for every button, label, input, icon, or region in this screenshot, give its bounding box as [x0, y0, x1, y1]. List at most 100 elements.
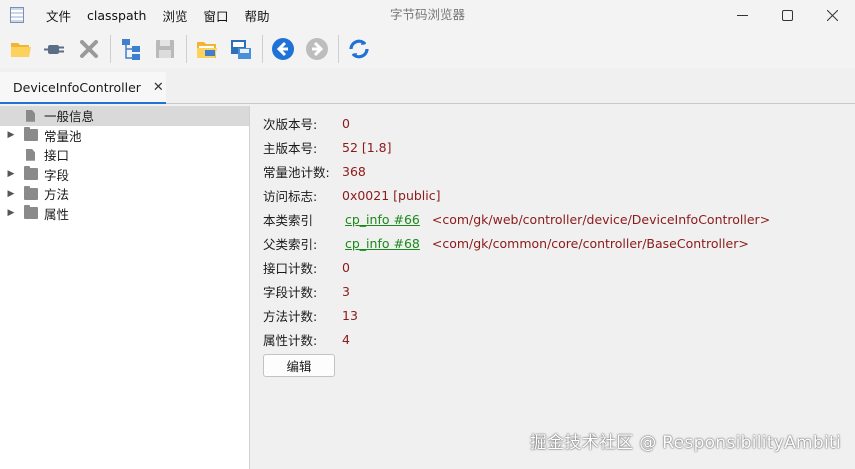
menu-window[interactable]: 窗口	[195, 6, 236, 25]
tree-item-interfaces[interactable]: 接口	[0, 145, 249, 165]
field-label: 字段计数:	[263, 284, 318, 300]
open-file-button[interactable]	[192, 34, 222, 64]
connect-button[interactable]	[40, 34, 70, 64]
save-button[interactable]	[150, 34, 180, 64]
tree-item-fields[interactable]: ▶ 字段	[0, 165, 249, 185]
field-label: 本类索引	[263, 212, 314, 228]
toolbar-separator	[338, 35, 339, 63]
close-icon	[827, 9, 838, 21]
menu-help[interactable]: 帮助	[237, 6, 278, 25]
field-value: 0	[342, 259, 350, 275]
tab-label: DeviceInfoController	[13, 79, 141, 95]
tree-view-button[interactable]	[116, 34, 146, 64]
tree-item-attributes[interactable]: ▶ 属性	[0, 204, 249, 224]
attributes-count-row: 属性计数: 4	[263, 329, 350, 349]
open-button[interactable]	[6, 34, 36, 64]
tab-close-icon[interactable]: ✕	[153, 80, 164, 95]
toolbar	[0, 30, 855, 68]
open-folder-icon	[11, 43, 31, 57]
plug-icon	[44, 45, 64, 54]
class-descriptor: <com/gk/web/controller/device/DeviceInfo…	[431, 211, 771, 227]
field-label: 父类索引:	[263, 236, 318, 252]
save-window-icon	[231, 40, 251, 59]
toolbar-separator	[110, 35, 111, 63]
maximize-icon	[782, 9, 793, 21]
tree-item-label: 字段	[44, 167, 70, 183]
minimize-icon	[737, 14, 748, 16]
tree-item-label: 属性	[44, 206, 70, 222]
menu-file[interactable]: 文件	[38, 6, 79, 25]
tree-item-general-info[interactable]: 一般信息	[0, 106, 249, 126]
tree-structure-icon	[122, 39, 140, 60]
menu-classpath[interactable]: classpath	[79, 8, 154, 23]
menu-browse[interactable]: 浏览	[154, 6, 195, 25]
maximize-button[interactable]	[765, 0, 810, 30]
field-label: 访问标志:	[263, 188, 318, 204]
this-class-row: 本类索引 cp_info #66 <com/gk/web/controller/…	[263, 209, 770, 229]
expand-arrow-icon[interactable]: ▶	[4, 189, 18, 199]
tree-item-methods[interactable]: ▶ 方法	[0, 184, 249, 204]
field-label: 主版本号:	[263, 140, 318, 156]
tree-item-label: 方法	[44, 187, 70, 203]
watermark: 掘金技术社区 @ ResponsibilityAmbiti	[529, 433, 841, 453]
field-label: 方法计数:	[263, 308, 318, 324]
cp-info-link[interactable]: cp_info #68	[345, 236, 420, 251]
tree-item-label: 接口	[44, 148, 70, 164]
general-info-panel: 次版本号: 0 主版本号: 52 [1.8] 常量池计数: 368 访问标志: …	[251, 106, 855, 469]
save-disk-icon	[156, 40, 174, 58]
edit-button[interactable]: 编辑	[263, 354, 335, 377]
field-value: 13	[342, 307, 358, 323]
file-icon	[26, 148, 35, 161]
field-value: 4	[342, 331, 350, 347]
access-flags-row: 访问标志: 0x0021 [public]	[263, 185, 441, 205]
close-button[interactable]	[74, 34, 104, 64]
class-descriptor: <com/gk/common/core/controller/BaseContr…	[431, 235, 749, 251]
folder-icon	[24, 185, 38, 200]
close-window-button[interactable]	[810, 0, 855, 30]
field-value: 3	[342, 283, 350, 299]
tree-item-label: 常量池	[44, 128, 82, 144]
open-file-icon	[197, 42, 217, 58]
minor-version-row: 次版本号: 0	[263, 113, 350, 133]
back-button[interactable]	[268, 34, 298, 64]
field-value: 368	[342, 163, 366, 179]
field-value: 52 [1.8]	[342, 139, 392, 155]
folder-icon	[24, 166, 38, 181]
forward-arrow-icon	[306, 38, 328, 60]
tree-item-label: 一般信息	[44, 109, 95, 125]
toolbar-separator	[262, 35, 263, 63]
expand-arrow-icon[interactable]: ▶	[4, 169, 18, 179]
folder-icon	[24, 127, 38, 142]
tree-item-constant-pool[interactable]: ▶ 常量池	[0, 126, 249, 146]
field-label: 次版本号:	[263, 116, 318, 132]
forward-button[interactable]	[302, 34, 332, 64]
field-value: 0x0021 [public]	[342, 187, 441, 203]
save-window-button[interactable]	[226, 34, 256, 64]
close-x-icon	[80, 40, 98, 58]
tab-device-info-controller[interactable]: DeviceInfoController ✕	[0, 72, 166, 104]
interfaces-count-row: 接口计数: 0	[263, 257, 350, 277]
file-icon	[26, 109, 35, 122]
field-label: 接口计数:	[263, 260, 318, 276]
major-version-row: 主版本号: 52 [1.8]	[263, 137, 392, 157]
window-controls	[720, 0, 855, 30]
class-structure-tree: 一般信息 ▶ 常量池 接口 ▶ 字段 ▶ 方法 ▶ 属性	[0, 106, 250, 469]
constant-pool-count-row: 常量池计数: 368	[263, 161, 366, 181]
minimize-button[interactable]	[720, 0, 765, 30]
super-class-row: 父类索引: cp_info #68 <com/gk/common/core/co…	[263, 233, 749, 253]
methods-count-row: 方法计数: 13	[263, 305, 358, 325]
tab-strip: DeviceInfoController ✕	[0, 72, 855, 104]
expand-arrow-icon[interactable]: ▶	[4, 130, 18, 140]
cp-info-link[interactable]: cp_info #66	[345, 212, 420, 227]
fields-count-row: 字段计数: 3	[263, 281, 350, 301]
field-label: 属性计数:	[263, 332, 318, 348]
folder-icon	[24, 205, 38, 220]
refresh-button[interactable]	[344, 34, 374, 64]
field-label: 常量池计数:	[263, 164, 330, 180]
toolbar-separator	[186, 35, 187, 63]
refresh-icon	[349, 39, 369, 59]
field-value: 0	[342, 115, 350, 131]
app-icon	[10, 7, 24, 23]
expand-arrow-icon[interactable]: ▶	[4, 208, 18, 218]
back-arrow-icon	[272, 38, 294, 60]
